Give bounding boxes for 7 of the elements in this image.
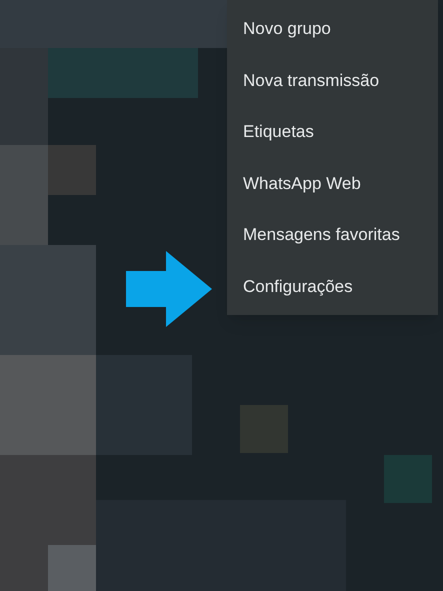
arrow-icon — [126, 251, 212, 327]
menu-item[interactable]: Configurações — [227, 260, 438, 312]
menu-item[interactable]: Mensagens favoritas — [227, 209, 438, 260]
menu-item[interactable]: WhatsApp Web — [227, 158, 438, 209]
menu-item[interactable]: Etiquetas — [227, 106, 438, 158]
menu-item[interactable]: Nova transmissão — [227, 54, 438, 106]
menu-item[interactable]: Novo grupo — [227, 3, 438, 54]
